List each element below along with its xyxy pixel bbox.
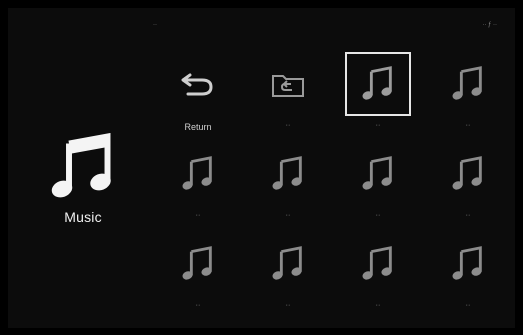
grid-item-music[interactable] bbox=[435, 142, 501, 206]
header-left-text: ·· bbox=[153, 22, 157, 28]
category-label: Music bbox=[64, 209, 102, 225]
return-arrow-icon bbox=[181, 73, 213, 96]
grid-item-label: ·· bbox=[465, 122, 471, 129]
category-panel: Music bbox=[38, 133, 128, 225]
grid-item-music[interactable] bbox=[165, 232, 231, 296]
grid-item-music[interactable] bbox=[345, 142, 411, 206]
grid-item-label: Return bbox=[184, 122, 212, 132]
grid-item-music[interactable] bbox=[435, 232, 501, 296]
grid-item-label: ·· bbox=[375, 212, 381, 219]
grid-item-label: ·· bbox=[285, 122, 291, 129]
grid-item-music[interactable] bbox=[435, 52, 501, 116]
grid-item-label: ·· bbox=[375, 302, 381, 309]
music-note-icon bbox=[362, 66, 392, 100]
grid-item-label: ·· bbox=[375, 122, 381, 129]
grid-item-music[interactable] bbox=[255, 142, 321, 206]
folder-up-icon bbox=[272, 75, 304, 97]
music-note-icon bbox=[362, 246, 392, 280]
grid-item-label: ·· bbox=[195, 212, 201, 219]
grid-item-music[interactable] bbox=[345, 232, 411, 296]
file-grid: Return ·· ·· ·· ·· ·· ·· ·· ·· ·· ·· ·· bbox=[163, 52, 523, 322]
grid-item-label: ·· bbox=[285, 212, 291, 219]
music-note-icon bbox=[272, 156, 302, 190]
grid-item-label: ·· bbox=[465, 212, 471, 219]
grid-item-label: ·· bbox=[195, 302, 201, 309]
media-browser-screen: ·· ·· ƒ ·· Music Return ·· ·· ·· ·· ·· ·… bbox=[8, 8, 515, 328]
music-note-icon bbox=[182, 156, 212, 190]
grid-item-music[interactable] bbox=[165, 142, 231, 206]
music-note-icon bbox=[182, 246, 212, 280]
grid-item-label: ·· bbox=[465, 302, 471, 309]
grid-item-music[interactable] bbox=[255, 232, 321, 296]
music-note-icon bbox=[452, 246, 482, 280]
music-note-icon bbox=[452, 66, 482, 100]
grid-item-label: ·· bbox=[285, 302, 291, 309]
header-right-text: ·· ƒ ·· bbox=[482, 22, 497, 28]
grid-item-return[interactable] bbox=[165, 52, 231, 116]
music-note-icon bbox=[452, 156, 482, 190]
music-note-icon bbox=[362, 156, 392, 190]
grid-item-music-selected[interactable] bbox=[345, 52, 411, 116]
music-note-icon bbox=[272, 246, 302, 280]
music-note-icon bbox=[51, 133, 111, 198]
grid-item-folder-up[interactable] bbox=[255, 52, 321, 116]
